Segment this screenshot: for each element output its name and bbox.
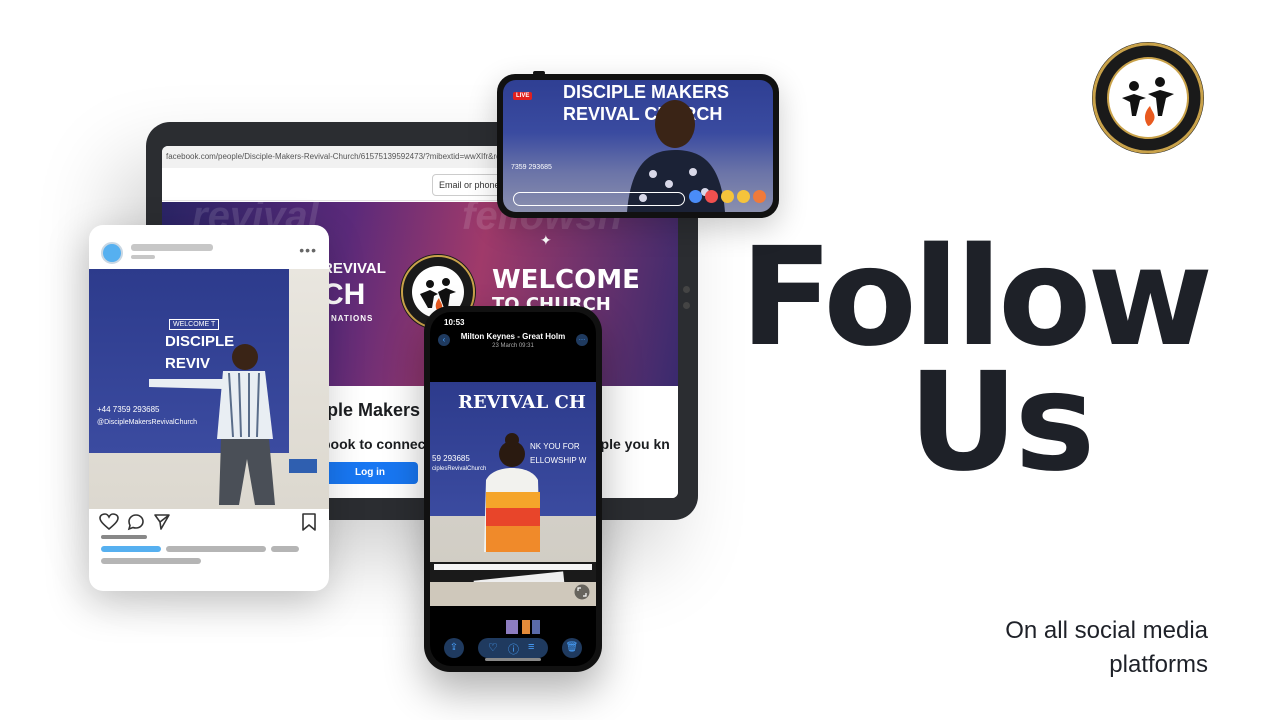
- portrait-phone: 10:53 ‹ Milton Keynes - Great Holm 23 Ma…: [424, 306, 602, 672]
- caption-placeholder: [166, 546, 266, 552]
- location-placeholder: [131, 255, 155, 259]
- tagline: On all social media platforms: [1005, 617, 1208, 678]
- cover-welcome-text: WELCOME: [492, 265, 640, 295]
- video-phone-number: 7359 293685: [511, 164, 552, 171]
- caption-placeholder-2: [271, 546, 299, 552]
- photos-app: 10:53 ‹ Milton Keynes - Great Holm 23 Ma…: [430, 312, 596, 666]
- photo-date: 23 March 09:31: [492, 343, 534, 349]
- post-photo[interactable]: WELCOME T DISCIPLE REVIV +44 7359 293685…: [89, 269, 329, 509]
- home-indicator: [485, 658, 541, 661]
- share-icon[interactable]: [153, 513, 171, 531]
- haha-reaction-icon[interactable]: [721, 190, 734, 203]
- photos-toolbar: ⇪ ♡ ⓘ ≡ 🗑: [430, 638, 596, 660]
- thumbnail-3[interactable]: [532, 620, 540, 634]
- trash-icon[interactable]: 🗑: [562, 638, 582, 658]
- avatar[interactable]: [101, 242, 123, 264]
- likes-placeholder: [101, 535, 147, 539]
- adjust-icon[interactable]: ≡: [528, 641, 534, 653]
- more-options-icon[interactable]: •••: [299, 242, 317, 258]
- angry-reaction-icon[interactable]: [753, 190, 766, 203]
- comment-input[interactable]: [513, 192, 685, 206]
- live-badge: LIVE: [513, 92, 533, 100]
- more-icon[interactable]: …: [576, 334, 588, 346]
- share-icon[interactable]: ⇪: [444, 638, 464, 658]
- tablet-sensor: [683, 302, 690, 309]
- post-actions: [99, 513, 319, 533]
- heart-icon[interactable]: [99, 513, 119, 531]
- live-video[interactable]: DISCIPLE MAKERS REVIVAL CHURCH LIVE 7359…: [503, 80, 773, 212]
- sparkle-icon: ✦: [540, 232, 552, 248]
- instagram-post: ••• WELCOME T DISCIPLE REVIV +44 7359 29…: [89, 225, 329, 591]
- like-reaction-icon[interactable]: [689, 190, 702, 203]
- username-placeholder: [131, 244, 213, 251]
- favorite-icon[interactable]: ♡: [488, 641, 498, 654]
- login-button[interactable]: Log in: [322, 462, 418, 484]
- comment-icon[interactable]: [127, 513, 145, 531]
- bookmark-icon[interactable]: [301, 513, 317, 531]
- love-reaction-icon[interactable]: [705, 190, 718, 203]
- page-name: iple Makers: [322, 400, 421, 420]
- expand-icon[interactable]: [574, 584, 590, 600]
- wow-reaction-icon[interactable]: [737, 190, 750, 203]
- phone-side-button: [533, 71, 545, 75]
- connect-text-left: book to connec: [322, 436, 426, 452]
- photo-thumbnails[interactable]: [504, 620, 544, 634]
- status-time: 10:53: [444, 318, 465, 327]
- pianist-figure: [430, 433, 596, 606]
- photo-location-title: Milton Keynes - Great Holm: [460, 332, 566, 341]
- church-logo: [1090, 40, 1206, 156]
- cover-revival-text: REVIVAL: [322, 260, 386, 277]
- caption-username-placeholder: [101, 546, 161, 552]
- landscape-phone: DISCIPLE MAKERS REVIVAL CHURCH LIVE 7359…: [497, 71, 779, 218]
- comments-placeholder: [101, 558, 201, 564]
- speaker-figure: [149, 344, 317, 505]
- viewed-photo[interactable]: REVIVAL CH 59 293685 ciplesRevivalChurch…: [430, 382, 596, 606]
- connect-text-right: ople you kn: [592, 436, 670, 452]
- photo-actions-pill: ♡ ⓘ ≡: [478, 638, 548, 658]
- info-icon[interactable]: ⓘ: [508, 641, 519, 657]
- thumbnail-2[interactable]: [522, 620, 530, 634]
- thumbnail-1[interactable]: [506, 620, 518, 634]
- us-heading: Us: [908, 344, 1095, 502]
- tablet-camera: [683, 286, 690, 293]
- cover-nations-text: L NATIONS: [322, 314, 374, 323]
